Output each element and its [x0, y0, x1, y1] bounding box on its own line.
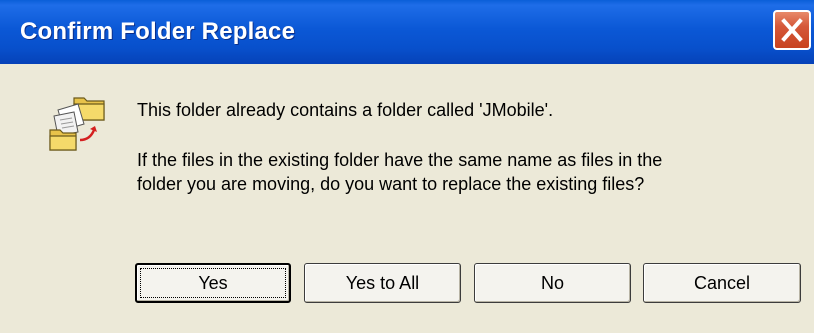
title-bar[interactable]: Confirm Folder Replace — [0, 0, 814, 64]
dialog-body: This folder already contains a folder ca… — [0, 64, 814, 333]
yes-button[interactable]: Yes — [135, 263, 291, 303]
yes-to-all-button[interactable]: Yes to All — [304, 263, 461, 303]
cancel-button[interactable]: Cancel — [643, 263, 801, 303]
close-icon — [781, 18, 803, 42]
message-line-2: If the files in the existing folder have… — [137, 150, 663, 170]
confirm-folder-replace-dialog: Confirm Folder Replace This folder alrea — [0, 0, 814, 333]
close-button[interactable] — [773, 10, 811, 50]
window-title: Confirm Folder Replace — [20, 18, 296, 45]
no-button[interactable]: No — [474, 263, 631, 303]
message-line-1: This folder already contains a folder ca… — [137, 100, 554, 120]
folder-replace-icon — [49, 97, 105, 151]
message-line-3: folder you are moving, do you want to re… — [137, 174, 645, 194]
